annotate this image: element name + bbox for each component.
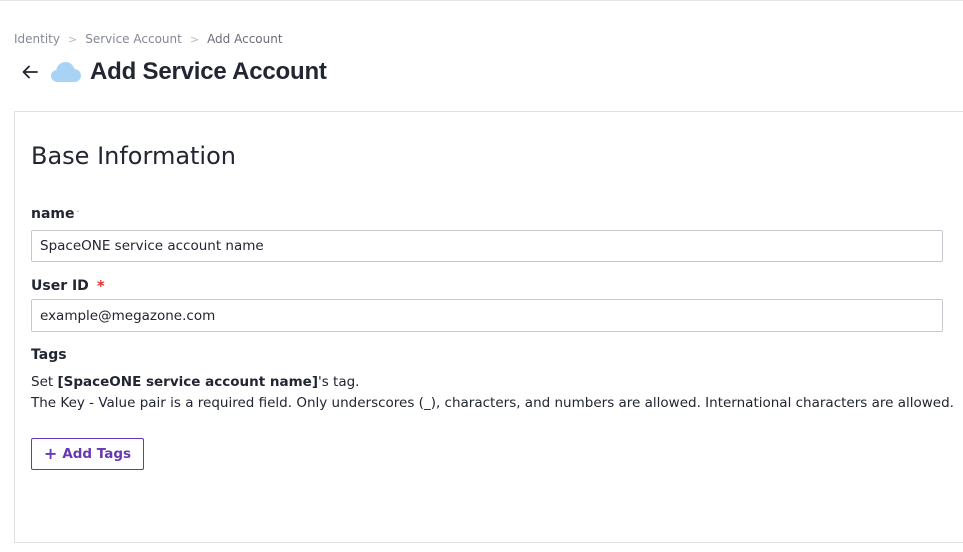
name-input[interactable] — [31, 230, 943, 262]
breadcrumb-add-account: Add Account — [207, 32, 283, 46]
breadcrumb: Identity > Service Account > Add Account — [14, 31, 283, 47]
add-tags-label: Add Tags — [62, 446, 132, 462]
page-title: Add Service Account — [90, 58, 327, 85]
breadcrumb-identity[interactable]: Identity — [14, 32, 60, 46]
plus-icon: + — [43, 444, 58, 463]
back-button[interactable] — [18, 60, 42, 84]
cloud-icon — [50, 60, 82, 84]
breadcrumb-separator: > — [189, 32, 200, 46]
top-divider — [0, 0, 963, 1]
page-header: Add Service Account — [18, 56, 327, 88]
tags-desc-prefix: Set — [31, 374, 58, 390]
section-title: Base Information — [31, 142, 236, 170]
tags-desc-suffix: 's tag. — [318, 374, 360, 390]
user-id-required-marker: * — [96, 277, 105, 295]
user-id-label-text: User ID — [31, 278, 89, 294]
user-id-input[interactable] — [31, 299, 943, 332]
name-required-marker: · — [76, 206, 80, 216]
tags-label: Tags — [31, 347, 67, 363]
name-label-text: name — [31, 206, 75, 222]
add-tags-button[interactable]: + Add Tags — [31, 438, 144, 470]
breadcrumb-separator: > — [68, 32, 78, 46]
tags-desc-account-name: [SpaceONE service account name] — [57, 374, 319, 390]
arrow-left-icon — [22, 65, 38, 79]
tags-label-text: Tags — [31, 347, 67, 363]
tags-description: Set [SpaceONE service account name]'s ta… — [31, 374, 359, 390]
name-label: name · — [31, 206, 80, 222]
tags-rule-text: The Key - Value pair is a required field… — [31, 395, 954, 411]
user-id-label: User ID * — [31, 277, 105, 295]
breadcrumb-service-account[interactable]: Service Account — [85, 32, 182, 46]
base-information-card: Base Information name · User ID * Tags S… — [14, 111, 963, 543]
